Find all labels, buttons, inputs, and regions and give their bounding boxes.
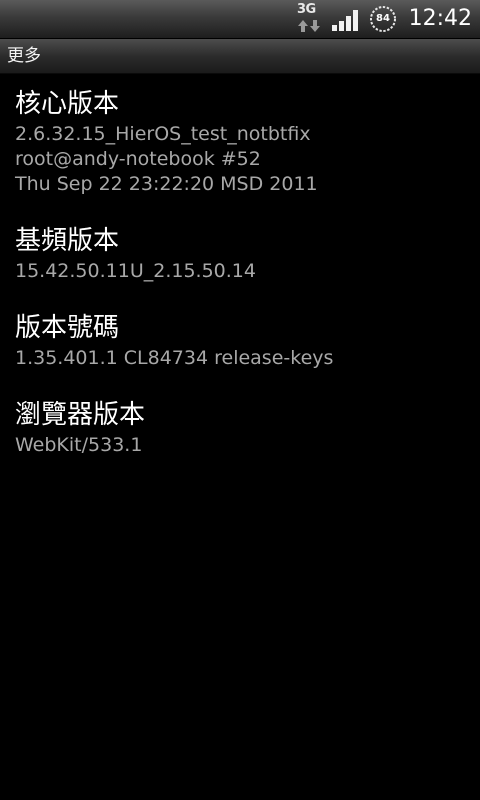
page-title: 更多: [7, 46, 41, 66]
browser-version-value: WebKit/533.1: [15, 434, 143, 456]
kernel-version-title: 核心版本: [15, 89, 120, 119]
network-type-label: 3G: [297, 2, 316, 17]
title-bar: 更多: [0, 39, 480, 74]
baseband-version-item: 基頻版本 15.42.50.11U_2.15.50.14: [0, 211, 480, 290]
status-bar: 3G 84 12:42: [0, 0, 480, 39]
battery-icon: 84: [369, 5, 397, 33]
kernel-version-item: 核心版本 2.6.32.15_HierOS_test_notbtfix root…: [0, 74, 480, 203]
battery-level: 84: [376, 13, 390, 24]
kernel-version-line: root@andy-notebook #52: [15, 148, 261, 170]
browser-version-item: 瀏覽器版本 WebKit/533.1: [0, 385, 480, 464]
build-number-value: 1.35.401.1 CL84734 release-keys: [15, 347, 334, 369]
network-indicator: 3G: [297, 3, 321, 35]
baseband-version-title: 基頻版本: [15, 226, 120, 256]
kernel-version-line: Thu Sep 22 23:22:20 MSD 2011: [15, 173, 318, 195]
info-list: 核心版本 2.6.32.15_HierOS_test_notbtfix root…: [0, 74, 480, 472]
baseband-version-value: 15.42.50.11U_2.15.50.14: [15, 260, 256, 282]
build-number-title: 版本號碼: [15, 313, 120, 343]
signal-strength-icon: [332, 10, 358, 31]
browser-version-title: 瀏覽器版本: [15, 400, 146, 430]
data-arrows-icon: [298, 20, 320, 32]
clock: 12:42: [408, 6, 472, 31]
build-number-item: 版本號碼 1.35.401.1 CL84734 release-keys: [0, 298, 480, 377]
kernel-version-line: 2.6.32.15_HierOS_test_notbtfix: [15, 123, 311, 145]
